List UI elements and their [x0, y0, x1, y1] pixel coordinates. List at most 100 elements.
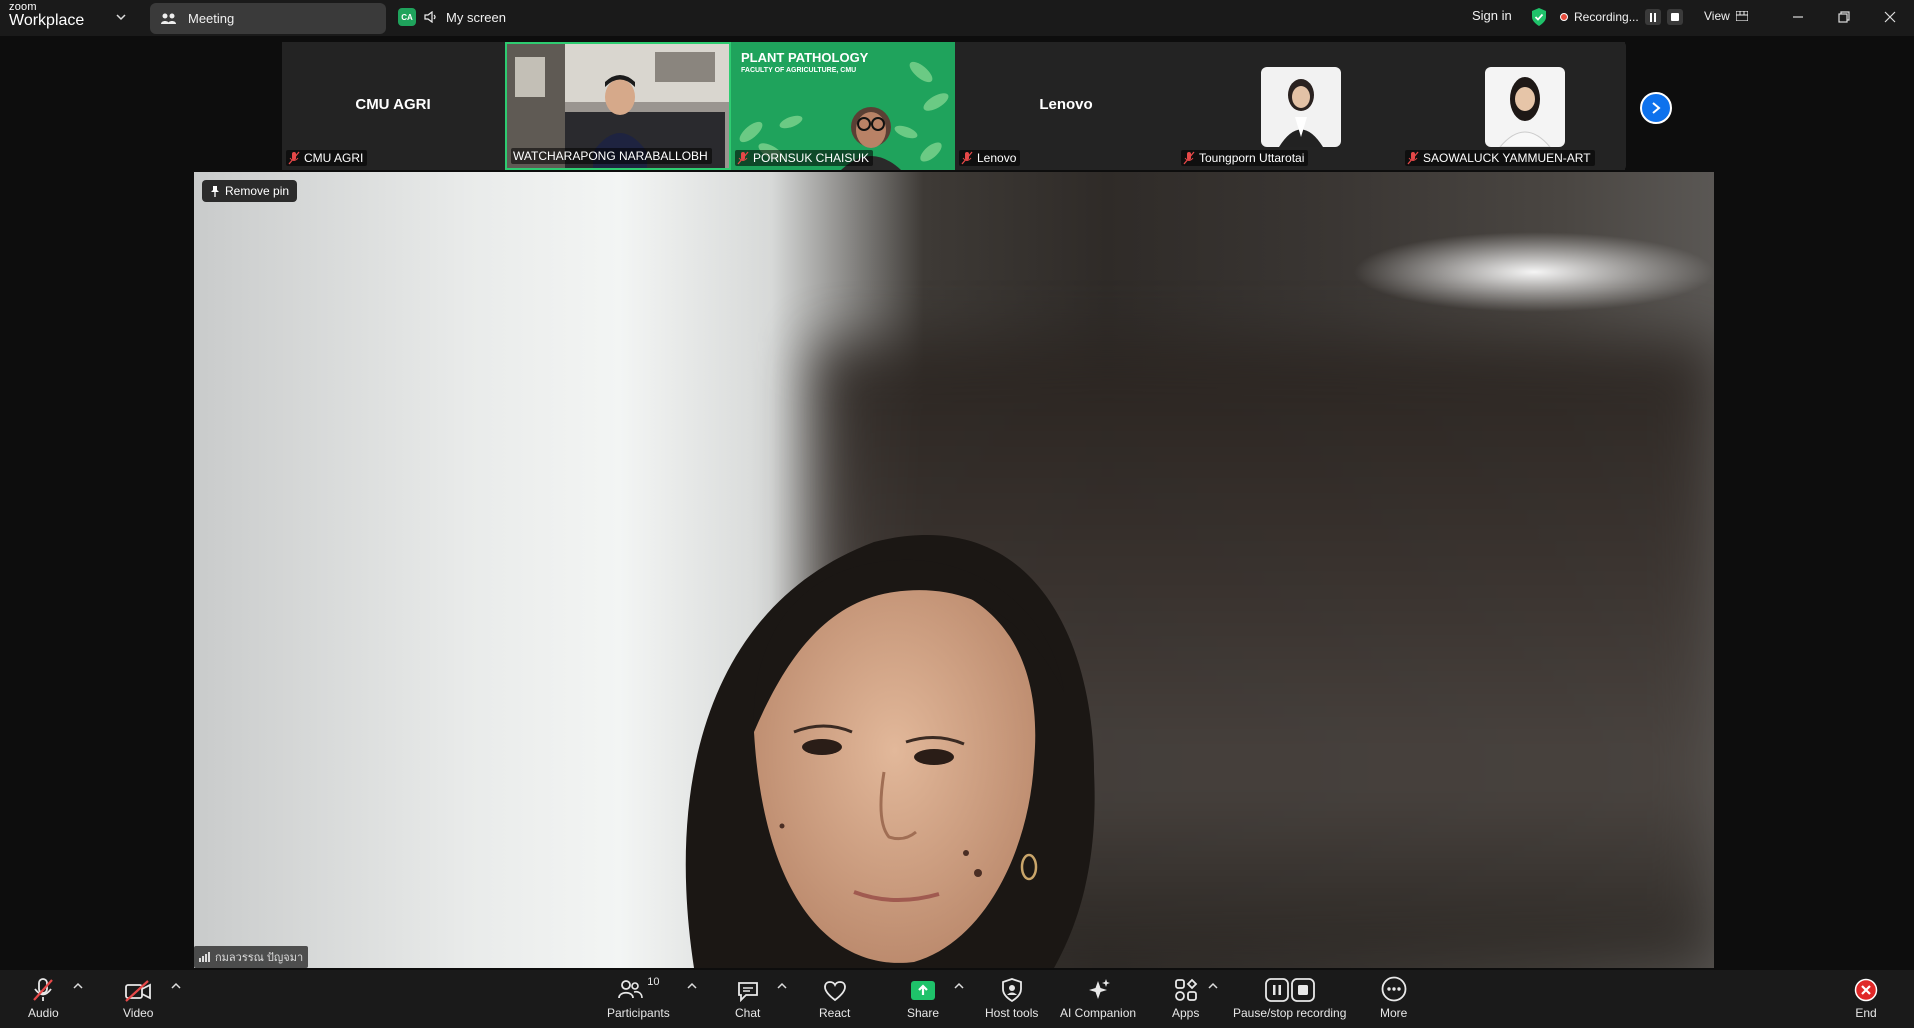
banner-subtitle: FACULTY OF AGRICULTURE, CMU: [741, 67, 857, 74]
share-options-caret-icon[interactable]: [954, 982, 964, 990]
host-tools-button[interactable]: Host tools: [985, 976, 1038, 1020]
share-button[interactable]: Share: [907, 976, 939, 1020]
chat-button[interactable]: Chat: [735, 976, 760, 1020]
recording-dot-icon: [1560, 13, 1568, 21]
view-label: View: [1704, 9, 1730, 23]
video-button[interactable]: Video: [123, 976, 153, 1020]
video-off-icon: [125, 980, 152, 1002]
participants-icon: [618, 980, 644, 999]
security-shield-icon[interactable]: [1530, 7, 1548, 27]
more-button[interactable]: More: [1380, 976, 1407, 1020]
banner-title: PLANT PATHOLOGY: [741, 50, 869, 65]
background-banner: PLANT PATHOLOGY FACULTY OF AGRICULTURE, …: [741, 50, 868, 74]
participant-tile[interactable]: PLANT PATHOLOGY FACULTY OF AGRICULTURE, …: [731, 42, 955, 170]
chevron-down-icon[interactable]: [116, 12, 126, 22]
speaker-name-tag: กมลวรรณ ปัญจมา: [194, 946, 309, 968]
remove-pin-button[interactable]: Remove pin: [202, 180, 298, 202]
more-icon: [1381, 976, 1407, 1002]
my-screen-label: My screen: [446, 9, 506, 25]
chat-label: Chat: [735, 1006, 761, 1020]
shield-icon: [1001, 978, 1022, 1002]
pin-icon: [211, 186, 219, 197]
react-label: React: [819, 1006, 851, 1020]
audio-options-caret-icon[interactable]: [73, 982, 83, 990]
react-button[interactable]: React: [819, 976, 850, 1020]
participants-group-icon: [161, 13, 176, 24]
meeting-tab[interactable]: Meeting: [150, 3, 386, 34]
zoom-logo[interactable]: zoom Workplace: [9, 2, 84, 29]
speaker-name: กมลวรรณ ปัญจมา: [215, 952, 304, 964]
stop-icon: [1670, 13, 1679, 21]
mic-muted-icon: [1407, 151, 1419, 165]
stop-recording-button[interactable]: [1666, 9, 1683, 25]
pause-icon: [1649, 12, 1656, 22]
participant-tile[interactable]: CMU AGRI CMU AGRI: [282, 42, 504, 170]
logo-bottom-text: Workplace: [9, 12, 85, 29]
stop-icon: [1290, 978, 1315, 1002]
host-tools-label: Host tools: [985, 1006, 1039, 1020]
ai-companion-button[interactable]: AI Companion: [1060, 976, 1136, 1020]
pause-icon: [1264, 978, 1289, 1002]
speaker-icon: [424, 11, 436, 23]
profile-photo: [1261, 67, 1341, 147]
restore-button[interactable]: [1832, 6, 1856, 28]
participant-name: Lenovo: [977, 151, 1017, 165]
participant-tile[interactable]: Toungporn Uttarotai: [1177, 42, 1401, 170]
meeting-tab-label: Meeting: [188, 11, 235, 26]
chevron-right-icon: [1652, 102, 1661, 114]
participant-display-name: CMU AGRI: [355, 96, 431, 113]
pause-stop-recording-button[interactable]: Pause/stop recording: [1233, 976, 1346, 1020]
chat-options-caret-icon[interactable]: [777, 982, 787, 990]
participant-name: PORNSUK CHAISUK: [753, 151, 870, 165]
share-label: Share: [907, 1006, 940, 1020]
end-meeting-button[interactable]: End: [1854, 976, 1878, 1020]
participant-display-name: Lenovo: [1039, 96, 1093, 113]
participants-label: Participants: [607, 1006, 670, 1020]
minimize-button[interactable]: [1786, 6, 1810, 28]
chat-icon: [737, 982, 758, 1002]
participant-name-tag: WATCHARAPONG NARABALLOBH: [511, 148, 712, 164]
close-window-button[interactable]: [1878, 6, 1902, 28]
pinned-speaker-video[interactable]: Remove pin กมลวรรณ ปัญจมา: [194, 172, 1714, 968]
close-icon: [1884, 11, 1896, 23]
remove-pin-label: Remove pin: [225, 184, 290, 198]
sparkle-icon: [1089, 979, 1111, 999]
mic-muted-icon: [33, 978, 54, 1001]
end-icon: [1854, 978, 1878, 1002]
view-menu-button[interactable]: View: [1704, 9, 1748, 23]
meeting-controls-toolbar: Audio Video 10 Participants Chat React S…: [0, 970, 1914, 1028]
audio-button[interactable]: Audio: [28, 976, 59, 1020]
participants-button[interactable]: 10 Participants: [607, 976, 670, 1020]
title-bar: zoom Workplace Meeting CA My screen Sign…: [0, 0, 1914, 36]
video-options-caret-icon[interactable]: [171, 982, 181, 990]
participant-tile[interactable]: Lenovo Lenovo: [955, 42, 1177, 170]
participant-name: SAOWALUCK YAMMUEN-ART: [1423, 151, 1591, 165]
pause-stop-recording-label: Pause/stop recording: [1233, 1006, 1347, 1020]
participant-name-tag: Toungporn Uttarotai: [1181, 150, 1309, 166]
share-screen-icon: [911, 981, 936, 1000]
apps-label: Apps: [1172, 1006, 1200, 1020]
participant-name-tag: Lenovo: [959, 150, 1021, 166]
mic-muted-icon: [1183, 151, 1195, 165]
participants-count: 10: [647, 976, 660, 988]
participant-tile-active[interactable]: WATCHARAPONG NARABALLOBH: [505, 42, 731, 170]
more-label: More: [1380, 1006, 1408, 1020]
restore-icon: [1838, 11, 1850, 23]
participant-tile[interactable]: SAOWALUCK YAMMUEN-ART: [1401, 42, 1625, 170]
pause-recording-button[interactable]: [1644, 9, 1661, 25]
participant-name-tag: CMU AGRI: [286, 150, 368, 166]
apps-button[interactable]: Apps: [1172, 976, 1199, 1020]
speaker-figure: [685, 535, 1095, 968]
recording-label: Recording...: [1574, 10, 1639, 24]
my-screen-indicator[interactable]: CA My screen: [398, 8, 506, 26]
ai-companion-label: AI Companion: [1060, 1006, 1137, 1020]
sign-in-link[interactable]: Sign in: [1472, 8, 1512, 23]
participant-name: WATCHARAPONG NARABALLOBH: [513, 149, 708, 163]
next-page-button[interactable]: [1640, 92, 1672, 124]
participant-name-tag: PORNSUK CHAISUK: [735, 150, 874, 166]
participants-options-caret-icon[interactable]: [687, 982, 697, 990]
apps-options-caret-icon[interactable]: [1208, 982, 1218, 990]
participant-name-tag: SAOWALUCK YAMMUEN-ART: [1405, 150, 1595, 166]
recording-indicator: Recording...: [1560, 9, 1683, 25]
apps-icon: [1174, 978, 1197, 1001]
